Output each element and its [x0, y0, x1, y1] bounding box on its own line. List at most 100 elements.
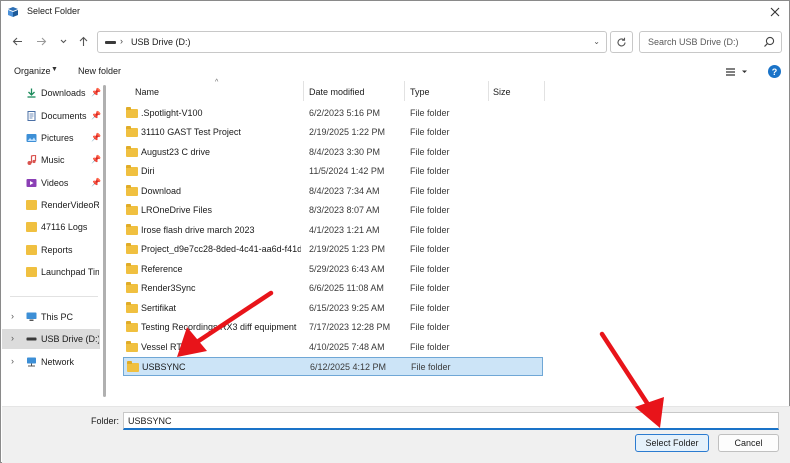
file-type: File folder — [411, 362, 451, 372]
arrow-right-icon — [36, 37, 46, 45]
sidebar-item-label: USB Drive (D:) — [41, 334, 99, 344]
file-row[interactable]: 31110 GAST Test Project 2/19/2025 1:22 P… — [123, 123, 543, 142]
cancel-button[interactable]: Cancel — [718, 434, 779, 452]
file-type: File folder — [410, 283, 450, 293]
sidebar-item-music[interactable]: Music 📌 — [2, 150, 101, 170]
file-row-selected[interactable]: USBSYNC 6/12/2025 4:12 PM File folder — [123, 357, 543, 376]
file-row[interactable]: Render3Sync 6/6/2025 11:08 AM File folde… — [123, 279, 543, 298]
file-row[interactable]: LROneDrive Files 8/3/2023 8:07 AM File f… — [123, 201, 543, 220]
file-type: File folder — [410, 147, 450, 157]
file-date: 5/29/2023 6:43 AM — [309, 264, 385, 274]
file-type: File folder — [410, 264, 450, 274]
sidebar-item-usb-drive[interactable]: › USB Drive (D:) — [2, 329, 100, 349]
folder-icon — [127, 361, 139, 372]
file-name: Vessel RT — [141, 342, 182, 352]
recent-locations-button[interactable] — [56, 34, 70, 48]
file-type: File folder — [410, 303, 450, 313]
sidebar-item-label: RenderVideoRec — [41, 200, 99, 210]
file-row[interactable]: Reference 5/29/2023 6:43 AM File folder — [123, 260, 543, 279]
forward-button[interactable] — [34, 34, 48, 48]
file-date: 6/12/2025 4:12 PM — [310, 362, 387, 372]
select-folder-button[interactable]: Select Folder — [635, 434, 709, 452]
file-row[interactable]: Project_d9e7cc28-8ded-4c41-aa6d-f41d4...… — [123, 240, 543, 259]
pin-icon: 📌 — [91, 178, 101, 187]
file-row[interactable]: Sertifikat 6/15/2023 9:25 AM File folder — [123, 299, 543, 318]
documents-icon — [27, 111, 36, 121]
chevron-right-icon[interactable]: › — [120, 36, 123, 46]
file-name: Render3Sync — [141, 283, 196, 293]
file-row[interactable]: Vessel RT 4/10/2025 7:48 AM File folder — [123, 338, 543, 357]
sidebar-item-rendervideorec[interactable]: RenderVideoRec — [2, 195, 100, 215]
sidebar-item-label: Network — [41, 357, 75, 367]
file-date: 4/10/2025 7:48 AM — [309, 342, 385, 352]
file-name: .Spotlight-V100 — [141, 108, 203, 118]
folder-icon — [126, 243, 138, 254]
sidebar-item-reports[interactable]: Reports — [2, 240, 100, 260]
sidebar-item-launchpad[interactable]: Launchpad Tim — [2, 262, 100, 282]
sidebar-divider — [10, 296, 98, 297]
help-button[interactable]: ? — [768, 65, 781, 78]
chevron-right-icon[interactable]: › — [11, 356, 14, 366]
sidebar-item-documents[interactable]: Documents 📌 — [2, 106, 101, 126]
file-row[interactable]: August23 C drive 8/4/2023 3:30 PM File f… — [123, 143, 543, 162]
address-bar[interactable]: › USB Drive (D:) ⌄ — [97, 31, 607, 53]
folder-label: Folder: — [91, 416, 120, 426]
new-folder-button[interactable]: New folder — [78, 66, 121, 76]
refresh-icon — [617, 37, 626, 46]
file-row[interactable]: Testing Recordings RX3 diff equipment 7/… — [123, 318, 543, 337]
sidebar-item-network[interactable]: › Network — [2, 352, 100, 372]
file-date: 8/4/2023 3:30 PM — [309, 147, 381, 157]
caret-down-icon[interactable]: ▼ — [51, 66, 58, 73]
sidebar-item-pictures[interactable]: Pictures 📌 — [2, 128, 101, 148]
address-dropdown-icon[interactable]: ⌄ — [593, 37, 600, 46]
file-type: File folder — [410, 342, 450, 352]
file-date: 11/5/2024 1:42 PM — [309, 166, 385, 176]
file-type: File folder — [410, 186, 450, 196]
file-row[interactable]: Irose flash drive march 2023 4/1/2023 1:… — [123, 221, 543, 240]
search-placeholder: Search USB Drive (D:) — [648, 37, 739, 47]
view-options-button[interactable] — [725, 65, 753, 79]
file-type: File folder — [410, 322, 450, 332]
chevron-right-icon[interactable]: › — [11, 311, 14, 321]
sidebar-item-label: Reports — [41, 245, 73, 255]
column-separator[interactable] — [404, 81, 405, 101]
folder-icon — [126, 321, 138, 332]
file-date: 6/6/2025 11:08 AM — [309, 283, 384, 293]
folder-icon — [126, 146, 138, 157]
organize-button[interactable]: Organize — [14, 66, 51, 76]
sidebar-item-videos[interactable]: Videos 📌 — [2, 173, 101, 193]
column-separator[interactable] — [544, 81, 545, 101]
up-button[interactable] — [76, 34, 90, 48]
sidebar-item-this-pc[interactable]: › This PC — [2, 307, 100, 327]
pictures-icon — [26, 134, 37, 142]
close-button[interactable] — [767, 4, 783, 20]
address-path-segment[interactable]: USB Drive (D:) — [131, 37, 191, 47]
arrow-up-icon — [79, 36, 87, 46]
folder-name-input[interactable]: USBSYNC — [123, 412, 779, 430]
file-row[interactable]: Download 8/4/2023 7:34 AM File folder — [123, 182, 543, 201]
chevron-right-icon[interactable]: › — [11, 333, 14, 343]
file-name: 31110 GAST Test Project — [141, 127, 241, 137]
file-name: Testing Recordings RX3 diff equipment — [141, 322, 297, 332]
folder-icon — [126, 204, 138, 215]
search-icon — [764, 36, 775, 47]
file-name: Reference — [141, 264, 183, 274]
file-name: LROneDrive Files — [141, 205, 213, 215]
sidebar-item-47116-logs[interactable]: 47116 Logs — [2, 217, 100, 237]
refresh-button[interactable] — [610, 31, 633, 53]
file-list: ^ Name Date modified Type Size .Spotligh… — [119, 79, 789, 406]
folder-icon — [126, 165, 138, 176]
pin-icon: 📌 — [91, 88, 101, 97]
window-title: Select Folder — [27, 6, 81, 16]
file-row[interactable]: .Spotlight-V100 6/2/2023 5:16 PM File fo… — [123, 104, 543, 123]
back-button[interactable] — [10, 34, 24, 48]
file-name: August23 C drive — [141, 147, 211, 157]
file-row[interactable]: Diri 11/5/2024 1:42 PM File folder — [123, 162, 543, 181]
sidebar-item-downloads[interactable]: Downloads 📌 — [2, 83, 101, 103]
folder-icon — [26, 222, 37, 232]
search-input[interactable]: Search USB Drive (D:) — [639, 31, 782, 53]
column-separator[interactable] — [303, 81, 304, 101]
sidebar-scrollbar[interactable] — [103, 85, 106, 397]
file-type: File folder — [410, 205, 450, 215]
column-separator[interactable] — [488, 81, 489, 101]
